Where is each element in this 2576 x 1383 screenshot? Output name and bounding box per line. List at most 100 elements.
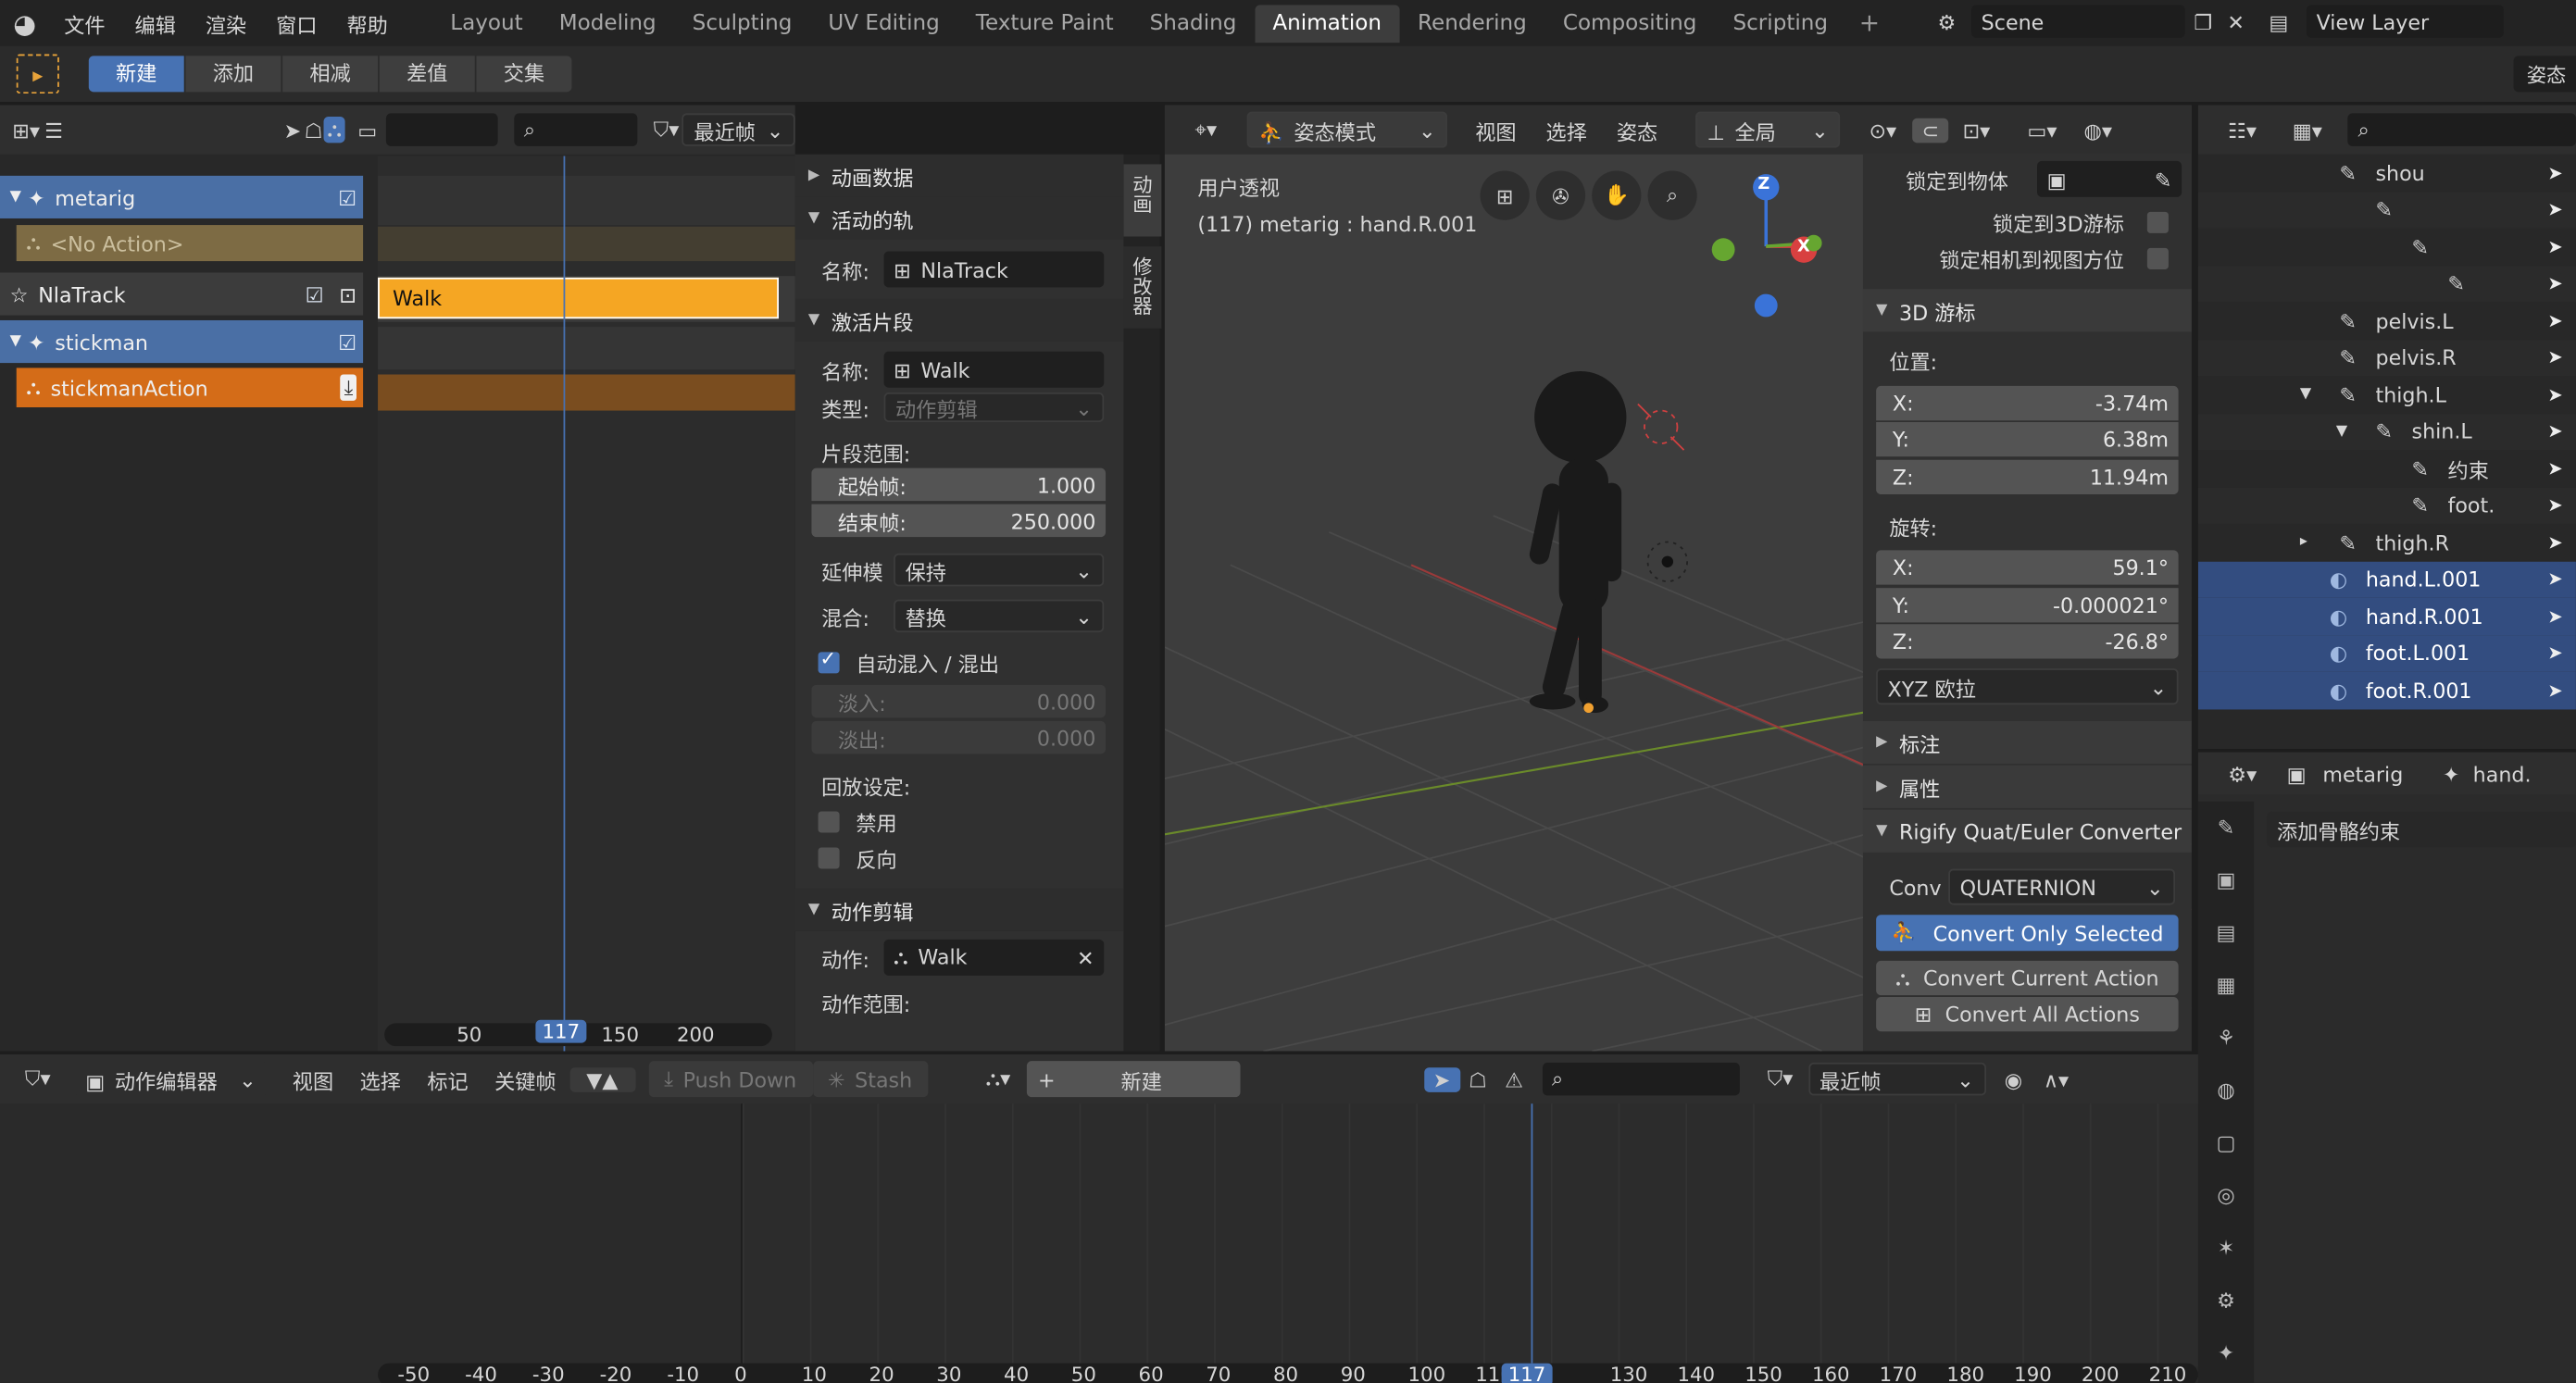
outliner-row[interactable]: ✎ foot. ➤ xyxy=(2197,487,2576,524)
lock-icon[interactable]: ⊡ xyxy=(339,281,356,306)
outliner-row[interactable]: ◐ hand.R.001 ➤ xyxy=(2197,597,2576,635)
filter-icon[interactable]: ⛉▾ xyxy=(1752,1065,1807,1091)
convert-all-actions-button[interactable]: ⊞ Convert All Actions xyxy=(1876,996,2179,1032)
select-box-tool-icon[interactable]: ▸ xyxy=(16,54,59,94)
checkbox-icon[interactable]: ☑ xyxy=(338,330,356,355)
editor-mode-dropdown[interactable]: ▣ 动作编辑器 ⌄ xyxy=(75,1061,267,1098)
rot-field[interactable]: Z: -26.8° xyxy=(1876,624,2179,659)
new-action-button[interactable]: + 新建 xyxy=(1026,1061,1240,1098)
action-field[interactable]: ⛬ Walk ✕ xyxy=(883,939,1105,976)
outliner-search-input[interactable]: ⌕ xyxy=(2347,113,2576,146)
outliner-row[interactable]: ✎ shou ➤ xyxy=(2197,154,2576,192)
blend-dropdown[interactable]: 替换 ⌄ xyxy=(894,599,1105,633)
lock-object-field[interactable]: ▣ ✎ xyxy=(2037,160,2182,197)
scene-icon[interactable]: ⚘ xyxy=(2198,1012,2254,1065)
select-arrow-icon[interactable]: ➤ xyxy=(2547,531,2562,553)
current-frame-badge[interactable]: 117 xyxy=(1501,1363,1553,1383)
snap-icon[interactable]: ⊂ xyxy=(1912,117,1949,143)
output-icon[interactable]: ▤ xyxy=(2198,906,2254,959)
panel-annotations[interactable]: ▶ 标注 xyxy=(1862,720,2192,765)
scene-icon[interactable]: ⚙ xyxy=(1922,9,1971,34)
menu-item[interactable]: 渲染 xyxy=(191,7,261,39)
lock-cursor-checkbox[interactable] xyxy=(2146,210,2169,233)
physics-icon[interactable]: ⚙ xyxy=(2198,1275,2254,1327)
panel-rigify[interactable]: ▼ Rigify Quat/Euler Converter xyxy=(1862,809,2192,853)
nla-channel[interactable]: ⛬ stickmanAction ⤓ xyxy=(16,368,364,408)
ghost-icon[interactable]: ☖ xyxy=(303,118,324,143)
only-selected-icon[interactable]: ➤ xyxy=(282,118,304,143)
select-arrow-icon[interactable]: ➤ xyxy=(2547,494,2562,516)
strip-name-field[interactable]: ⊞ Walk xyxy=(883,351,1105,388)
eyedropper-icon[interactable]: ✎ xyxy=(2155,167,2172,192)
action-menu-item[interactable]: 选择 xyxy=(346,1064,414,1095)
scene-field[interactable]: Scene xyxy=(1971,5,2185,38)
nla-channel[interactable]: ☆ NlaTrack ☑ ⊡ xyxy=(0,272,364,316)
expand-arrow-icon[interactable]: ▼ xyxy=(10,333,21,350)
outliner-row[interactable]: ✎ ➤ xyxy=(2197,228,2576,266)
select-arrow-icon[interactable]: ➤ xyxy=(2547,421,2562,442)
panel-active-track[interactable]: ▼ 活动的轨 xyxy=(794,196,1124,241)
nla-sort-dropdown[interactable]: 最近帧 ⌄ xyxy=(682,113,795,146)
nla-blank-field[interactable] xyxy=(386,113,498,146)
current-frame-badge[interactable]: 117 xyxy=(535,1019,587,1043)
select-arrow-icon[interactable]: ➤ xyxy=(2547,310,2562,331)
include-missing-nla-icon[interactable]: ▭ xyxy=(355,118,380,143)
view-layer-icon[interactable]: ▤ xyxy=(2251,9,2307,34)
outliner-row[interactable]: ▼ ✎ thigh.L ➤ xyxy=(2197,376,2576,414)
expand-arrow-icon[interactable]: ▼ xyxy=(2300,386,2311,403)
outliner-row[interactable]: ✎ 约束 ➤ xyxy=(2197,450,2576,488)
select-arrow-icon[interactable]: ➤ xyxy=(2547,162,2562,183)
editor-type-icon[interactable]: ☷▾ xyxy=(2215,118,2270,143)
extrapolation-dropdown[interactable]: 保持 ⌄ xyxy=(894,553,1105,587)
close-scene-icon[interactable]: ✕ xyxy=(2221,9,2251,34)
snap-target-icon[interactable]: ⊡▾ xyxy=(1948,118,2004,143)
select-arrow-icon[interactable]: ➤ xyxy=(2547,384,2562,405)
checkbox-icon[interactable]: ☑ xyxy=(338,185,356,210)
action-browse-icon[interactable]: ⛬▾ xyxy=(970,1065,1026,1091)
select-arrow-icon[interactable]: ➤ xyxy=(2547,236,2562,257)
workspace-tab[interactable]: Texture Paint xyxy=(957,4,1132,42)
push-up-down-icon[interactable]: ▼▲ xyxy=(569,1066,635,1091)
add-bone-constraint-dropdown[interactable]: 添加骨骼约束 xyxy=(2267,811,2576,848)
select-arrow-icon[interactable]: ➤ xyxy=(2547,642,2562,664)
tool-icon[interactable]: ✎ xyxy=(2198,802,2254,854)
orientation-dropdown[interactable]: ⊥ 全局 ⌄ xyxy=(1695,111,1841,148)
outliner-row[interactable]: ▸ ✎ thigh.R ➤ xyxy=(2197,523,2576,561)
panel-3d-cursor[interactable]: ▼ 3D 游标 xyxy=(1862,289,2192,332)
expand-arrow-icon[interactable]: ▼ xyxy=(10,189,21,206)
start-frame-field[interactable]: 起始帧: 1.000 xyxy=(811,467,1107,502)
filter-icon[interactable]: ⛉▾ xyxy=(650,117,682,143)
workspace-tab[interactable]: UV Editing xyxy=(810,4,957,42)
outliner-row[interactable]: ◐ foot.R.001 ➤ xyxy=(2197,671,2576,709)
viewport-menu-item[interactable]: 视图 xyxy=(1460,114,1531,145)
mode-dropdown[interactable]: ⛹ 姿态模式 ⌄ xyxy=(1246,111,1448,148)
rot-field[interactable]: Y: -0.000021° xyxy=(1876,587,2179,622)
view-layer-field[interactable]: View Layer xyxy=(2306,5,2504,38)
select-arrow-icon[interactable]: ➤ xyxy=(2547,679,2562,701)
selection-mode-button[interactable]: 差值 xyxy=(379,56,475,93)
curve-icon[interactable]: ∧▾ xyxy=(2032,1066,2081,1091)
world-icon[interactable]: ◍ xyxy=(2198,1065,2254,1117)
select-arrow-icon[interactable]: ➤ xyxy=(2547,273,2562,294)
mute-checkbox[interactable] xyxy=(818,810,840,832)
outliner-row[interactable]: ✎ pelvis.L ➤ xyxy=(2197,302,2576,340)
workspace-tab[interactable]: Modeling xyxy=(541,4,674,42)
nla-search-input[interactable]: ⌕ xyxy=(514,113,637,146)
loc-field[interactable]: Y: 6.38m xyxy=(1876,421,2179,457)
rot-field[interactable]: X: 59.1° xyxy=(1876,550,2179,585)
outliner-row[interactable]: ◐ hand.L.001 ➤ xyxy=(2197,560,2576,598)
panel-active-strip[interactable]: ▼ 激活片段 xyxy=(794,298,1124,343)
show-hidden-icon[interactable]: ⛬ xyxy=(323,116,345,143)
viewport-menu-item[interactable]: 选择 xyxy=(1532,114,1602,145)
select-arrow-icon[interactable]: ➤ xyxy=(2547,605,2562,627)
outliner-row[interactable]: ◐ foot.L.001 ➤ xyxy=(2197,634,2576,672)
workspace-tab[interactable]: Layout xyxy=(432,4,541,42)
render-icon[interactable]: ▣ xyxy=(2198,854,2254,907)
workspace-tab[interactable]: Shading xyxy=(1132,4,1255,42)
rotation-mode-dropdown[interactable]: XYZ 欧拉 ⌄ xyxy=(1876,668,2179,705)
nla-channel[interactable]: ▼ ✦ metarig ☑ xyxy=(0,175,364,218)
action-menu-item[interactable]: 视图 xyxy=(280,1064,347,1095)
track-name-field[interactable]: ⊞ NlaTrack xyxy=(883,251,1105,288)
action-search-input[interactable]: ⌕ xyxy=(1542,1062,1740,1096)
unlink-icon[interactable]: ✕ xyxy=(1077,945,1094,970)
